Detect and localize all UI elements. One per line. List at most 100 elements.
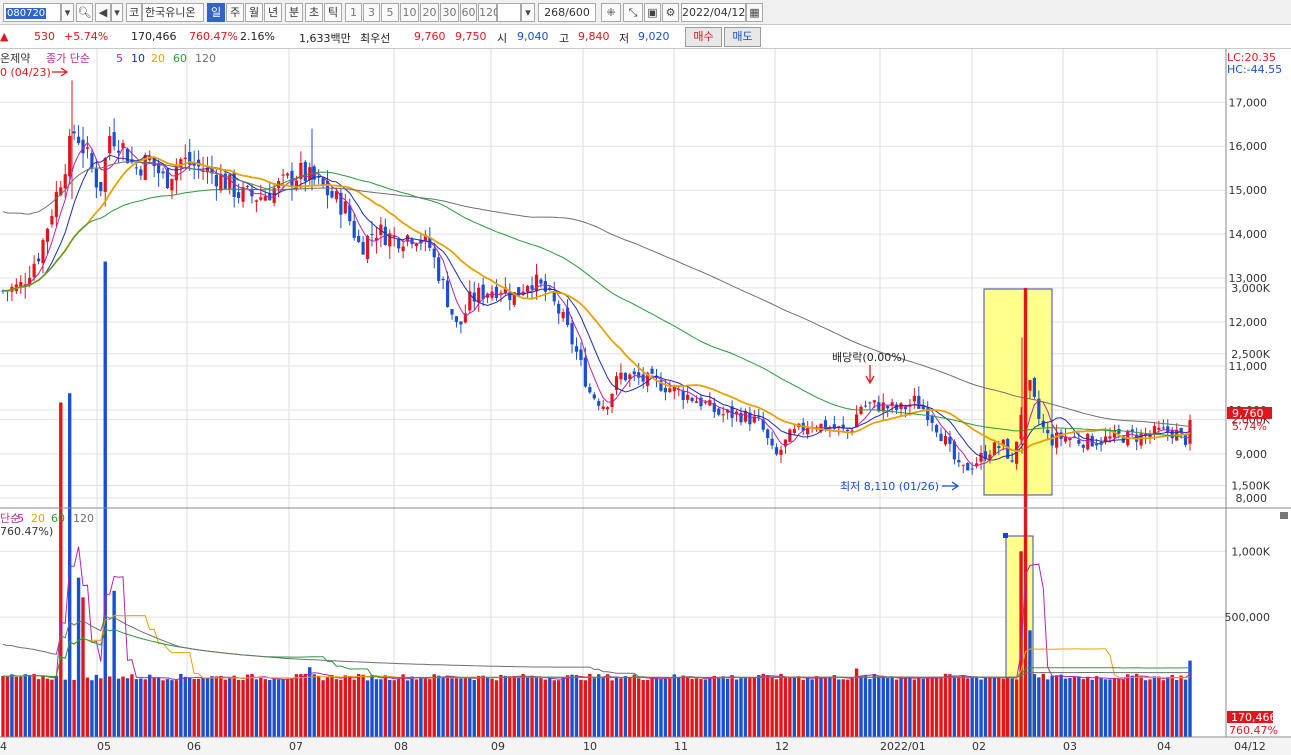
volume-bar-39 [174, 680, 179, 737]
stock-code-input[interactable]: 080720 [3, 3, 61, 22]
candle-body-203 [903, 407, 908, 410]
period-tab-2[interactable]: 월 [245, 3, 263, 22]
month-label-0: 4 [0, 740, 7, 753]
volume-bar-26 [116, 678, 121, 737]
date-field[interactable]: 2022/04/12 [681, 3, 746, 22]
volume-bar-15 [67, 393, 72, 737]
candle-body-206 [917, 395, 921, 409]
volume-bar-12 [54, 675, 59, 737]
change-rate: +5.74% [64, 30, 109, 43]
candle-body-93 [414, 243, 419, 246]
volume-bar-129 [574, 675, 579, 737]
interval-tab-10[interactable]: 10 [400, 3, 419, 22]
interval-custom-input[interactable] [497, 3, 521, 22]
shrink-icon[interactable]: ⤡ [623, 3, 643, 22]
candle-body-266 [1183, 434, 1188, 445]
candle-body-223 [992, 442, 996, 455]
sell-button[interactable]: 매도 [724, 27, 761, 47]
volume-bar-116 [517, 677, 521, 737]
speaker-icon[interactable]: ◀ [95, 3, 111, 22]
interval-tab-20[interactable]: 20 [420, 3, 439, 22]
volume-bar-84 [374, 679, 379, 737]
speaker-dropdown-icon[interactable]: ▾ [111, 3, 123, 22]
volume-bar-106 [472, 679, 476, 737]
price-tick-2: 15,000 [1229, 184, 1268, 197]
period-tab-1[interactable]: 주 [226, 3, 244, 22]
volume-bar-71 [316, 675, 321, 737]
volume-bar-212 [943, 673, 948, 737]
candle-body-98 [437, 257, 441, 281]
volume-bar-231 [1028, 630, 1032, 737]
calendar-icon[interactable]: ▦ [746, 3, 763, 22]
volume-bar-41 [183, 676, 187, 737]
candle-body-30 [134, 167, 138, 169]
candle-body-12 [54, 191, 58, 218]
high-marker-arrow-icon [52, 67, 69, 77]
gear-icon[interactable]: ⚙ [662, 3, 679, 22]
interval-tab-1[interactable]: 1 [345, 3, 362, 22]
candle-body-135 [601, 406, 605, 409]
save-icon[interactable]: ▣ [644, 3, 661, 22]
interval-tab-120[interactable]: 120 [478, 3, 500, 22]
price-legend-name: 온제약 [0, 51, 30, 65]
candle-body-216 [961, 464, 965, 466]
candle-body-49 [219, 173, 223, 191]
candle-body-174 [774, 447, 779, 455]
candle-body-139 [619, 372, 623, 380]
volume-bar-234 [1041, 673, 1045, 737]
volume-bar-51 [228, 678, 232, 737]
volume-bar-257 [1143, 680, 1148, 737]
candle-body-133 [592, 394, 596, 399]
volume-bar-219 [974, 677, 979, 737]
interval-tab-5[interactable]: 5 [381, 3, 399, 22]
code-dropdown-icon[interactable]: ▾ [61, 3, 74, 22]
volume-bar-43 [192, 678, 196, 737]
interval-tab-30[interactable]: 30 [440, 3, 459, 22]
search-icon[interactable]: 🔍︎ [76, 3, 93, 22]
highlight-handle [1003, 533, 1008, 538]
stock-name-field[interactable]: 한국유니온 [142, 3, 204, 22]
price-tick-1: 16,000 [1229, 140, 1268, 153]
volume-bar-90 [401, 674, 405, 737]
volume-bar-265 [1179, 675, 1183, 737]
volume-bar-206 [917, 677, 921, 737]
period-tab-3[interactable]: 년 [264, 3, 282, 22]
volume-bar-127 [565, 675, 570, 737]
volume-bar-207 [921, 678, 925, 737]
period-tab-4[interactable]: 분 [285, 3, 303, 22]
interval-tab-60[interactable]: 60 [460, 3, 477, 22]
candle-body-140 [623, 372, 627, 381]
month-label-7: 11 [674, 740, 688, 753]
candle-body-177 [788, 429, 792, 442]
volume-bar-35 [156, 677, 161, 737]
candle-body-189 [841, 424, 845, 428]
period-tab-6[interactable]: 틱 [324, 3, 342, 22]
candle-body-125 [557, 303, 561, 314]
volume-bar-103 [459, 678, 463, 737]
stock-chart[interactable]: 17,00016,00015,00014,00013,00012,00011,0… [0, 49, 1291, 755]
volume-bar-58 [259, 676, 263, 737]
volume-bar-189 [841, 679, 845, 737]
interval-tab-3[interactable]: 3 [363, 3, 380, 22]
period-tab-5[interactable]: 초 [305, 3, 323, 22]
volume-bar-187 [832, 675, 837, 737]
high-marker-text: 0 (04/23) [0, 66, 51, 79]
data-count-field[interactable]: 268/600 [538, 3, 596, 22]
expand-icon[interactable]: ⁜ [601, 3, 621, 22]
volume-bar-193 [859, 675, 863, 737]
volume-bar-1 [5, 676, 10, 737]
candle-body-108 [481, 284, 485, 299]
volume-bar-140 [623, 676, 628, 737]
candle-body-26 [116, 150, 121, 153]
candle-body-131 [583, 357, 587, 387]
volume-bar-200 [890, 677, 894, 737]
volume-bar-66 [294, 674, 299, 737]
volume-bar-225 [1001, 678, 1005, 737]
interval-dropdown-icon[interactable]: ▾ [521, 3, 535, 22]
period-tab-0[interactable]: 일 [207, 3, 225, 22]
volume-bar-89 [396, 678, 401, 737]
buy-button[interactable]: 매수 [685, 27, 722, 47]
candle-body-218 [970, 468, 974, 470]
volume-bar-169 [752, 677, 757, 737]
volume-bar-21 [94, 674, 99, 737]
